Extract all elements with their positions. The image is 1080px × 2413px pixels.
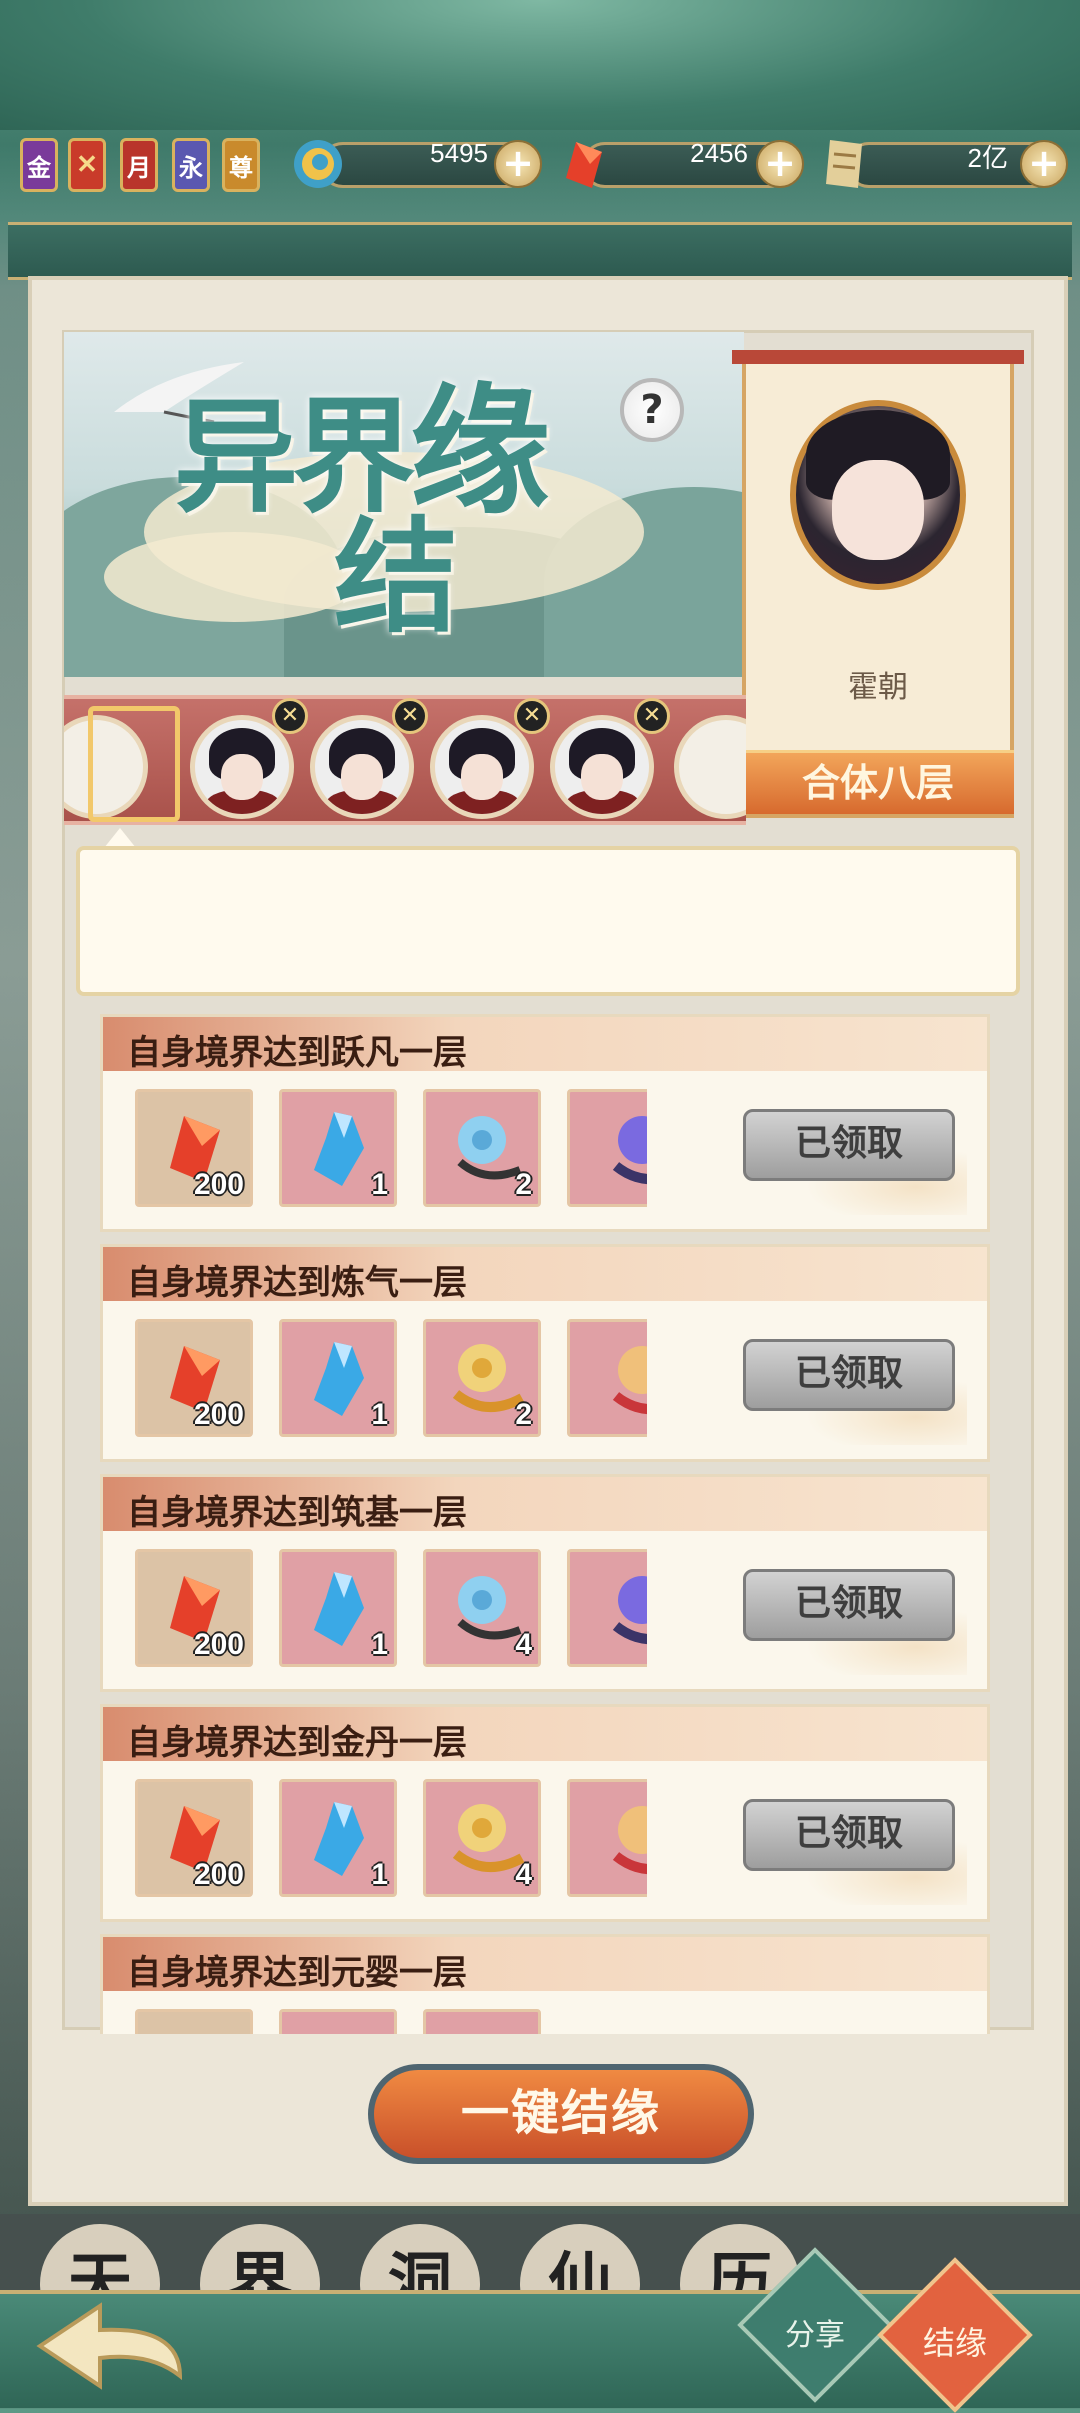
avatar-slot-4[interactable] <box>550 715 654 819</box>
reward-item[interactable] <box>567 1319 647 1437</box>
reward-item-clipped[interactable] <box>567 1773 647 1905</box>
task-title: 自身境界达到元婴一层 <box>127 1953 467 1993</box>
task-row: 自身境界达到筑基一层 200 1 4 已领取 <box>100 1474 990 1692</box>
reward-item[interactable]: 200 <box>135 1779 253 1897</box>
reward-item-clipped[interactable] <box>567 1313 647 1445</box>
avatar-slot-2[interactable] <box>310 715 414 819</box>
reward-item[interactable]: 200 <box>135 1549 253 1667</box>
vip-badge-gold[interactable]: 金 <box>20 138 58 192</box>
task-list[interactable]: 自身境界达到跃凡一层 200 1 2 已领取 自身境界达到炼气一层 200 1 2 已领取 自身境界… <box>100 1014 990 2034</box>
remove-avatar-1-button[interactable]: ✕ <box>272 698 308 734</box>
reward-count: 1 <box>371 1858 388 1891</box>
jade-value: 5495 <box>430 138 488 168</box>
reward-item[interactable]: 200 <box>135 1319 253 1437</box>
avatar-slot-empty-right[interactable] <box>674 715 746 819</box>
partner-rank: 合体八层 <box>742 750 1014 814</box>
help-button[interactable]: ? <box>620 378 684 442</box>
reward-count: 200 <box>193 1858 244 1891</box>
resource-bar: 金 ✕ 月 永 尊 5495 + 2456 + 2亿 + <box>0 128 1080 204</box>
selected-slot-frame <box>88 706 180 822</box>
reward-item[interactable]: 1 <box>279 1549 397 1667</box>
reward-item[interactable] <box>567 1779 647 1897</box>
avatar-slot-1[interactable] <box>190 715 294 819</box>
reward-count: 4 <box>515 1858 532 1891</box>
remove-avatar-2-button[interactable]: ✕ <box>392 698 428 734</box>
claimed-button[interactable]: 已领取 <box>743 1799 955 1871</box>
claimed-button[interactable]: 已领取 <box>743 1339 955 1411</box>
reward-item-clipped[interactable] <box>567 1543 647 1675</box>
one-key-bond-button[interactable]: 一键结缘 <box>368 2064 754 2164</box>
remove-avatar-4-button[interactable]: ✕ <box>634 698 670 734</box>
banner-title: 异界缘 结 <box>174 382 694 640</box>
reward-item[interactable] <box>567 1549 647 1667</box>
task-title: 自身境界达到炼气一层 <box>127 1263 467 1303</box>
reward-item[interactable]: 4 <box>423 1779 541 1897</box>
reward-item[interactable]: 2 <box>423 1319 541 1437</box>
vip-badge-flame[interactable]: ✕ <box>68 138 106 192</box>
reward-item[interactable]: 200 <box>135 1089 253 1207</box>
reward-count: 4 <box>515 1628 532 1661</box>
reward-item-partial <box>279 2009 397 2034</box>
scroll-add-button[interactable]: + <box>1020 140 1068 188</box>
remove-avatar-3-button[interactable]: ✕ <box>514 698 550 734</box>
bond-tab-label: 结缘 <box>922 2324 987 2362</box>
crystal-add-button[interactable]: + <box>756 140 804 188</box>
jade-spiral-icon <box>294 140 342 188</box>
vip-badge-honor[interactable]: 尊 <box>222 138 260 192</box>
task-title: 自身境界达到跃凡一层 <box>127 1033 467 1073</box>
task-row: 自身境界达到跃凡一层 200 1 2 已领取 <box>100 1014 990 1232</box>
reward-item[interactable]: 1 <box>279 1089 397 1207</box>
scroll-icon <box>826 140 862 188</box>
task-title: 自身境界达到金丹一层 <box>127 1723 467 1763</box>
reward-item[interactable]: 2 <box>423 1089 541 1207</box>
reward-count: 2 <box>515 1168 532 1201</box>
reward-item-partial <box>423 2009 541 2034</box>
reward-count: 2 <box>515 1398 532 1431</box>
top-decoration <box>0 0 1080 130</box>
crystal-value: 2456 <box>690 138 748 168</box>
reward-item[interactable]: 1 <box>279 1319 397 1437</box>
title-line-2: 结 <box>334 505 458 650</box>
jade-add-button[interactable]: + <box>494 140 542 188</box>
description-box <box>76 846 1020 996</box>
vip-badge-month[interactable]: 月 <box>120 138 158 192</box>
vip-badge-forever[interactable]: 永 <box>172 138 210 192</box>
textbox-pointer <box>104 828 136 848</box>
card-top-trim <box>732 350 1024 364</box>
reward-count: 1 <box>371 1628 388 1661</box>
back-arrow-icon[interactable] <box>30 2296 200 2396</box>
scroll-value: 2亿 <box>967 143 1008 173</box>
reward-count: 200 <box>193 1628 244 1661</box>
reward-item[interactable]: 4 <box>423 1549 541 1667</box>
reward-count: 200 <box>193 1398 244 1431</box>
share-label: 分享 <box>785 2318 845 2353</box>
reward-count: 1 <box>371 1398 388 1431</box>
portrait-face <box>832 460 924 560</box>
claimed-button[interactable]: 已领取 <box>743 1109 955 1181</box>
reward-item[interactable] <box>567 1089 647 1207</box>
flame-icon: ✕ <box>76 150 98 180</box>
partner-name: 霍朝 <box>848 670 908 705</box>
task-row: 自身境界达到金丹一层 200 1 4 已领取 <box>100 1704 990 1922</box>
avatar-slot-3[interactable] <box>430 715 534 819</box>
reward-count: 200 <box>193 1168 244 1201</box>
reward-item-clipped[interactable] <box>567 1083 647 1215</box>
red-crystal-icon <box>566 142 602 188</box>
task-row: 自身境界达到元婴一层 <box>100 1934 990 2034</box>
header-strip <box>8 222 1072 280</box>
claimed-button[interactable]: 已领取 <box>743 1569 955 1641</box>
reward-count: 1 <box>371 1168 388 1201</box>
reward-item-partial <box>135 2009 253 2034</box>
reward-item[interactable]: 1 <box>279 1779 397 1897</box>
task-title: 自身境界达到筑基一层 <box>127 1493 467 1533</box>
task-row: 自身境界达到炼气一层 200 1 2 已领取 <box>100 1244 990 1462</box>
